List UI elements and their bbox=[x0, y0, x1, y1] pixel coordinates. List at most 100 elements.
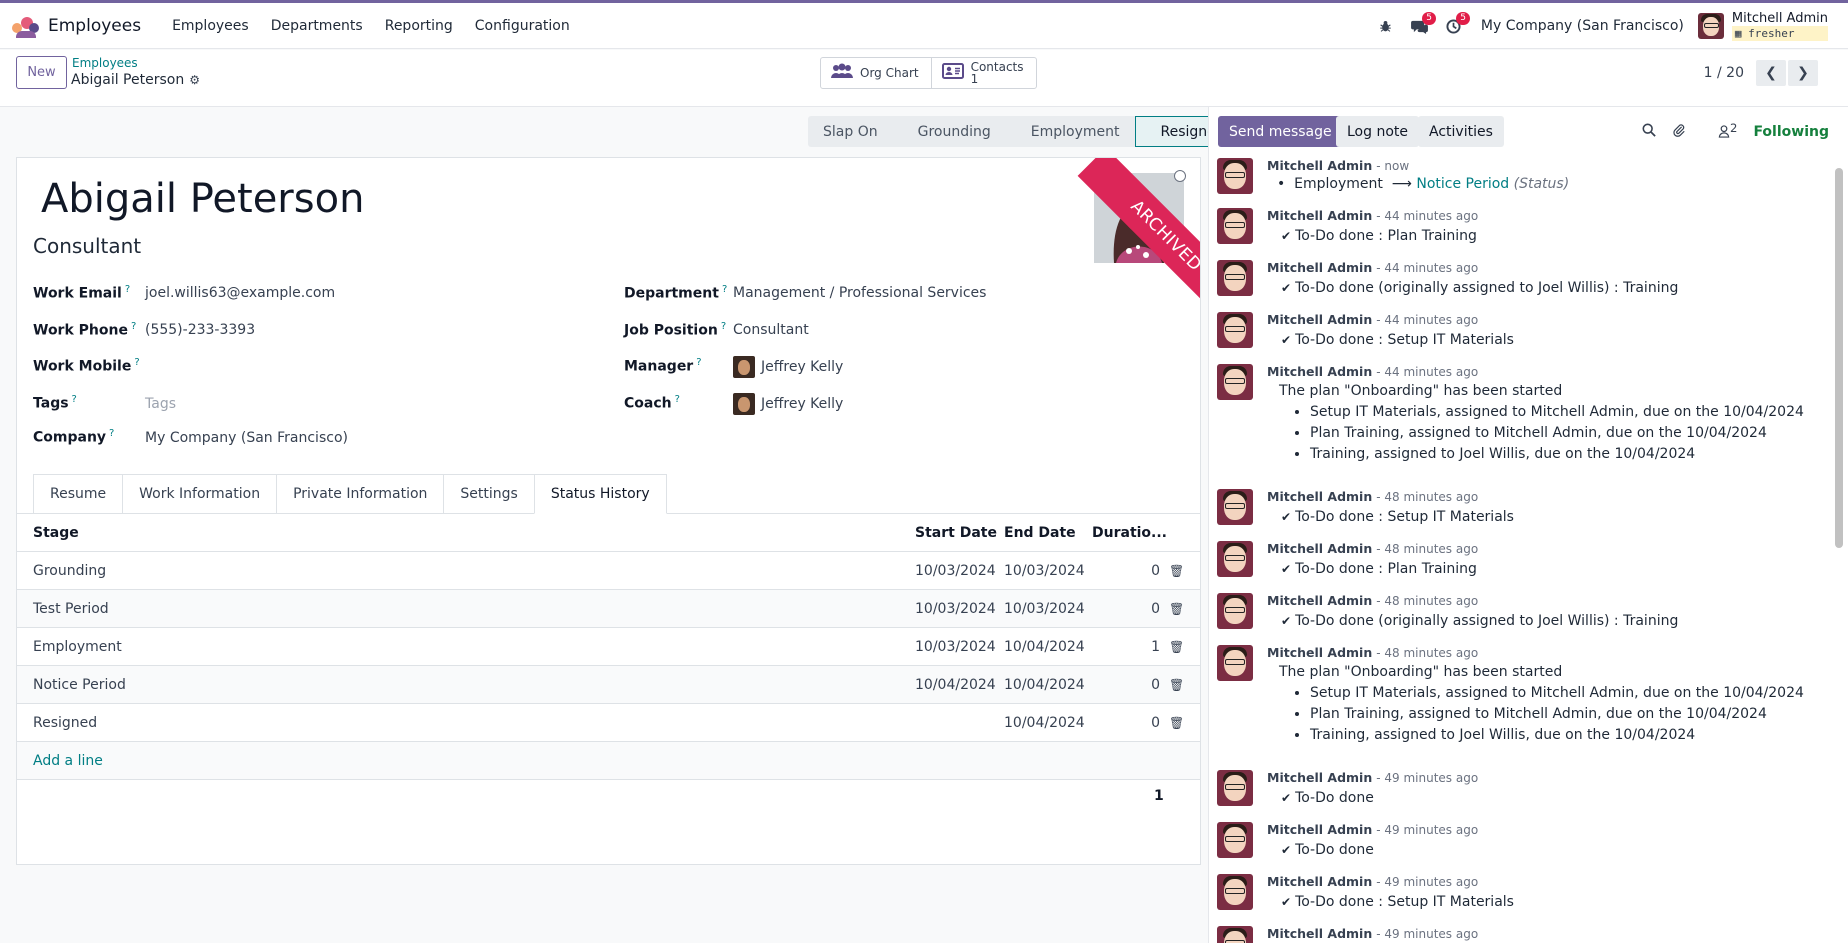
table-row[interactable]: Test Period 10/03/2024 10/03/2024 0 🗑 bbox=[17, 590, 1200, 628]
contacts-button[interactable]: Contacts 1 bbox=[932, 58, 1036, 88]
author-avatar[interactable] bbox=[1217, 260, 1253, 296]
pager-next-button[interactable]: ❯ bbox=[1788, 60, 1818, 86]
help-icon[interactable]: ? bbox=[134, 357, 139, 368]
trash-icon[interactable]: 🗑 bbox=[1169, 590, 1184, 628]
table-row[interactable]: Resigned 10/04/2024 0 🗑 bbox=[17, 704, 1200, 742]
tab-work-information[interactable]: Work Information bbox=[122, 474, 277, 514]
author-avatar[interactable] bbox=[1217, 770, 1253, 806]
author-avatar[interactable] bbox=[1217, 593, 1253, 629]
work-phone-field[interactable]: (555)-233-3393 bbox=[145, 322, 255, 338]
author-avatar[interactable] bbox=[1217, 541, 1253, 577]
author-avatar[interactable] bbox=[1217, 208, 1253, 244]
author-avatar[interactable] bbox=[1217, 312, 1253, 348]
pager-value[interactable]: 1 / 20 bbox=[1704, 65, 1744, 81]
work-email-field[interactable]: joel.willis63@example.com bbox=[145, 285, 335, 301]
help-icon[interactable]: ? bbox=[125, 284, 130, 295]
column-end-date[interactable]: End Date bbox=[1004, 514, 1076, 552]
search-icon[interactable] bbox=[1642, 123, 1656, 141]
stage-employment[interactable]: Employment bbox=[1006, 116, 1136, 147]
author-avatar[interactable] bbox=[1217, 926, 1253, 943]
message-author[interactable]: Mitchell Admin bbox=[1267, 926, 1372, 941]
pager-previous-button[interactable]: ❮ bbox=[1756, 60, 1786, 86]
manager-field[interactable]: Jeffrey Kelly bbox=[733, 356, 843, 378]
message-author[interactable]: Mitchell Admin bbox=[1267, 489, 1372, 504]
coach-field[interactable]: Jeffrey Kelly bbox=[733, 393, 843, 415]
author-avatar[interactable] bbox=[1217, 822, 1253, 858]
help-icon[interactable]: ? bbox=[109, 428, 114, 439]
message-author[interactable]: Mitchell Admin bbox=[1267, 312, 1372, 327]
tags-field[interactable]: Tags bbox=[145, 396, 176, 412]
employee-name[interactable]: Abigail Peterson bbox=[41, 176, 364, 222]
help-icon[interactable]: ? bbox=[696, 357, 701, 368]
add-line-link[interactable]: Add a line bbox=[33, 742, 103, 780]
column-duration[interactable]: Duratio... bbox=[1092, 514, 1167, 552]
paperclip-icon[interactable] bbox=[1672, 122, 1686, 141]
following-button[interactable]: Following bbox=[1753, 124, 1829, 140]
author-avatar[interactable] bbox=[1217, 874, 1253, 910]
menu-configuration[interactable]: Configuration bbox=[464, 18, 581, 34]
message-author[interactable]: Mitchell Admin bbox=[1267, 874, 1372, 889]
message-author[interactable]: Mitchell Admin bbox=[1267, 770, 1372, 785]
list-item: Setup IT Materials, assigned to Mitchell… bbox=[1310, 402, 1804, 423]
help-icon[interactable]: ? bbox=[72, 394, 77, 405]
user-avatar[interactable] bbox=[1697, 13, 1724, 39]
message-author[interactable]: Mitchell Admin bbox=[1267, 364, 1372, 379]
help-icon[interactable]: ? bbox=[722, 284, 727, 295]
author-avatar[interactable] bbox=[1217, 489, 1253, 525]
gear-icon[interactable]: ⚙ bbox=[189, 73, 200, 87]
message-author[interactable]: Mitchell Admin bbox=[1267, 822, 1372, 837]
tab-settings[interactable]: Settings bbox=[443, 474, 534, 514]
trash-icon[interactable]: 🗑 bbox=[1169, 666, 1184, 704]
cell-start-date: 10/04/2024 bbox=[915, 677, 996, 693]
author-avatar[interactable] bbox=[1217, 364, 1253, 400]
message-author[interactable]: Mitchell Admin bbox=[1267, 645, 1372, 660]
trash-icon[interactable]: 🗑 bbox=[1169, 628, 1184, 666]
message-author[interactable]: Mitchell Admin bbox=[1267, 158, 1372, 173]
job-position-field[interactable]: Consultant bbox=[733, 322, 809, 338]
table-row[interactable]: Grounding 10/03/2024 10/03/2024 0 🗑 bbox=[17, 552, 1200, 590]
stage-grounding[interactable]: Grounding bbox=[893, 116, 1007, 147]
messages-icon[interactable]: 5 bbox=[1403, 3, 1437, 49]
table-row[interactable]: Employment 10/03/2024 10/04/2024 1 🗑 bbox=[17, 628, 1200, 666]
message-author[interactable]: Mitchell Admin bbox=[1267, 260, 1372, 275]
table-row[interactable]: Notice Period 10/04/2024 10/04/2024 0 🗑 bbox=[17, 666, 1200, 704]
app-brand[interactable]: Employees bbox=[12, 15, 161, 38]
message-body: ✔ To-Do done bbox=[1281, 840, 1374, 861]
employee-job-title[interactable]: Consultant bbox=[33, 234, 141, 258]
message-header: Mitchell Admin - 49 minutes ago bbox=[1267, 770, 1478, 786]
trash-icon[interactable]: 🗑 bbox=[1169, 552, 1184, 590]
trash-icon[interactable]: 🗑 bbox=[1169, 704, 1184, 742]
breadcrumb-employees[interactable]: Employees bbox=[72, 56, 138, 70]
debug-bug-icon[interactable] bbox=[1369, 3, 1403, 49]
menu-departments[interactable]: Departments bbox=[260, 18, 374, 34]
stage-slap-on[interactable]: Slap On bbox=[808, 116, 894, 147]
company-switcher[interactable]: My Company (San Francisco) bbox=[1481, 18, 1684, 34]
author-avatar[interactable] bbox=[1217, 158, 1253, 194]
help-icon[interactable]: ? bbox=[675, 394, 680, 405]
org-chart-button[interactable]: Org Chart bbox=[821, 58, 932, 88]
tab-resume[interactable]: Resume bbox=[33, 474, 123, 514]
activities-clock-icon[interactable]: 5 bbox=[1437, 3, 1471, 49]
help-icon[interactable]: ? bbox=[721, 321, 726, 332]
department-field[interactable]: Management / Professional Services bbox=[733, 285, 986, 301]
tab-status-history[interactable]: Status History bbox=[533, 474, 667, 514]
work-mobile-field[interactable] bbox=[145, 358, 575, 378]
help-icon[interactable]: ? bbox=[131, 321, 136, 332]
message-author[interactable]: Mitchell Admin bbox=[1267, 593, 1372, 608]
column-stage[interactable]: Stage bbox=[33, 514, 79, 552]
company-field[interactable]: My Company (San Francisco) bbox=[145, 430, 348, 446]
followers-button[interactable]: 2 bbox=[1702, 121, 1737, 142]
user-menu[interactable]: Mitchell Admin ▦ fresher bbox=[1731, 11, 1828, 41]
menu-reporting[interactable]: Reporting bbox=[374, 18, 464, 34]
message-author[interactable]: Mitchell Admin bbox=[1267, 208, 1372, 223]
chatter-scrollbar[interactable] bbox=[1835, 168, 1843, 548]
menu-employees[interactable]: Employees bbox=[161, 18, 260, 34]
log-note-button[interactable]: Log note bbox=[1336, 116, 1419, 147]
activities-button[interactable]: Activities bbox=[1418, 116, 1504, 147]
message-author[interactable]: Mitchell Admin bbox=[1267, 541, 1372, 556]
author-avatar[interactable] bbox=[1217, 645, 1253, 681]
column-start-date[interactable]: Start Date bbox=[915, 514, 997, 552]
send-message-button[interactable]: Send message bbox=[1218, 116, 1343, 147]
tab-private-information[interactable]: Private Information bbox=[276, 474, 444, 514]
new-button[interactable]: New bbox=[16, 56, 67, 89]
